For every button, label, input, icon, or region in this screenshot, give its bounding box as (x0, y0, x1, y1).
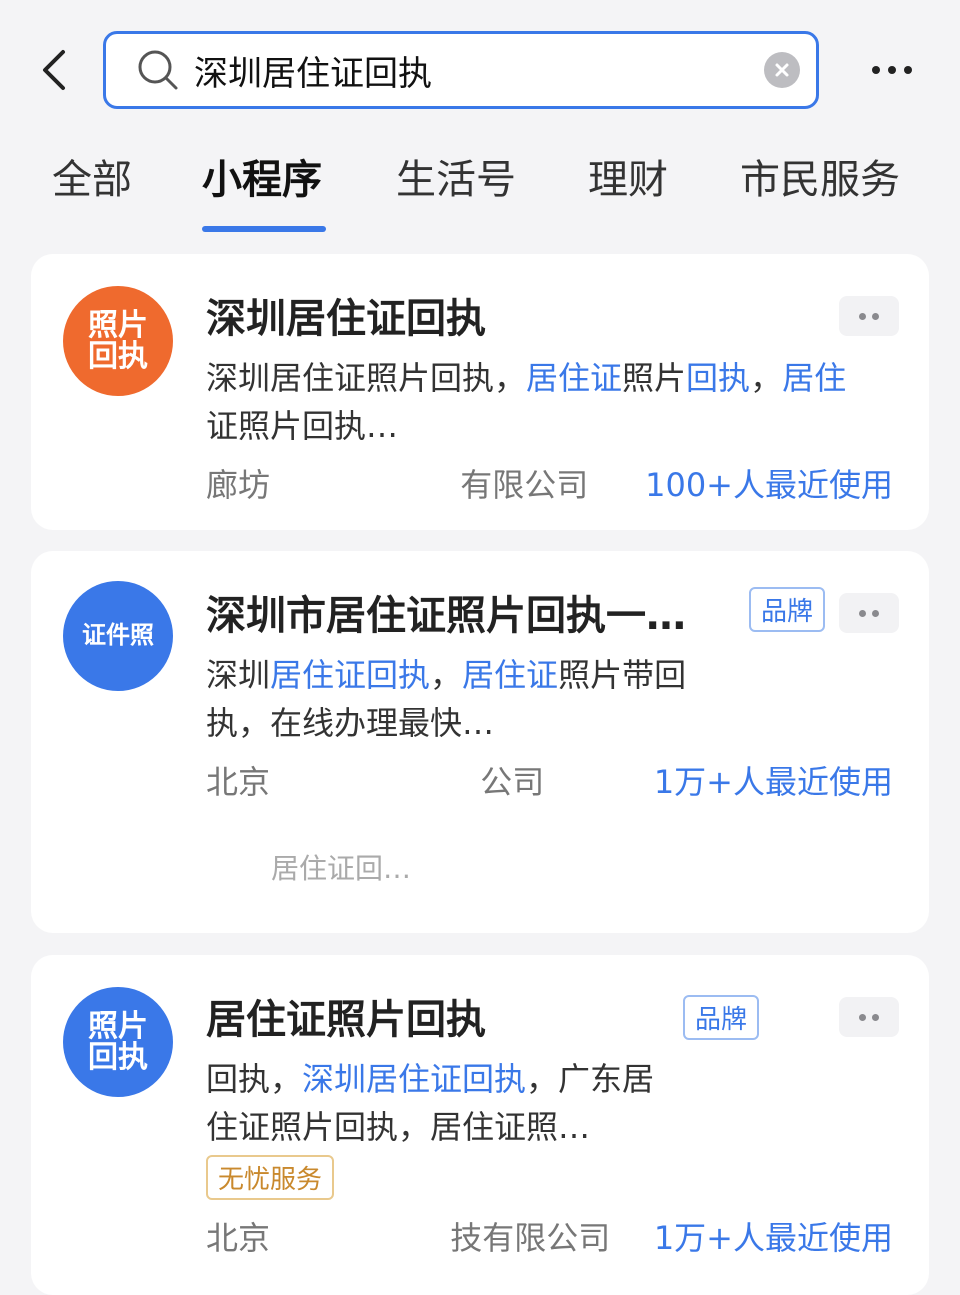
dot-icon (888, 66, 896, 74)
dot-icon (872, 312, 879, 320)
search-box[interactable] (103, 31, 819, 109)
card-title[interactable]: 深圳市居住证照片回执一… (206, 583, 686, 641)
logo-text: 照片 (88, 1008, 148, 1044)
header (0, 0, 960, 140)
service-link[interactable]: 居住证回… (271, 847, 411, 887)
brand-badge: 品牌 (749, 587, 826, 632)
active-tab-indicator (202, 226, 326, 232)
dot-icon (859, 312, 866, 320)
app-logo: 照片 回执 (63, 987, 173, 1097)
company-name: 北京 公司 (206, 763, 545, 801)
chevron-left-icon (43, 50, 65, 90)
card-description: 深圳居住证照片回执，居住证照片回执，居住 证照片回执… (206, 359, 847, 445)
result-card[interactable]: 照片 回执 深圳居住证回执 深圳居住证照片回执，居住证照片回执，居住 证照片回执… (31, 254, 929, 530)
more-options-button[interactable] (864, 52, 920, 88)
usage-count: 1万+人最近使用 (653, 1219, 893, 1257)
app-logo: 证件照 (63, 581, 173, 691)
logo-text: 证件照 (82, 621, 154, 650)
dot-icon (859, 609, 866, 617)
clear-search-button[interactable] (764, 52, 800, 88)
close-icon (775, 63, 789, 77)
card-description: 回执，深圳居住证回执，广东居 住证照片回执，居住证照… (206, 1060, 655, 1146)
card-description: 深圳居住证回执，居住证照片带回 执，在线办理最快… (206, 656, 687, 742)
result-card[interactable]: 照片 回执 居住证照片回执 品牌 回执，深圳居住证回执，广东居 住证照片回执，居… (31, 955, 929, 1295)
brand-badge: 品牌 (683, 995, 760, 1040)
app-logo: 照片 回执 (63, 286, 173, 396)
dot-icon (872, 66, 880, 74)
logo-text: 回执 (88, 339, 148, 374)
card-more-button[interactable] (839, 593, 899, 633)
card-more-button[interactable] (839, 296, 899, 336)
usage-count: 100+人最近使用 (645, 466, 893, 504)
category-tabs: 全部 小程序 生活号 理财 市民服务 (0, 150, 960, 240)
company-name: 北京 技有限公司 (206, 1219, 611, 1257)
service-tag: 无忧服务 (206, 1155, 335, 1200)
logo-text: 照片 (88, 307, 148, 343)
back-button[interactable] (30, 44, 78, 96)
usage-count: 1万+人最近使用 (653, 763, 893, 801)
card-more-button[interactable] (839, 997, 899, 1037)
card-title[interactable]: 深圳居住证回执 (206, 286, 486, 344)
tab-life-accounts[interactable]: 生活号 (396, 150, 516, 210)
dot-icon (872, 609, 879, 617)
search-input[interactable] (194, 50, 764, 90)
tab-finance[interactable]: 理财 (588, 150, 668, 210)
dot-icon (872, 1013, 879, 1021)
tab-all[interactable]: 全部 (52, 150, 132, 210)
card-title[interactable]: 居住证照片回执 (206, 987, 486, 1045)
dot-icon (859, 1013, 866, 1021)
search-icon (136, 48, 180, 92)
tab-citizen-services[interactable]: 市民服务 (740, 150, 900, 210)
tab-mini-programs[interactable]: 小程序 (202, 150, 322, 210)
company-name: 廊坊 有限公司 (206, 466, 589, 504)
logo-text: 回执 (88, 1040, 148, 1075)
dot-icon (904, 66, 912, 74)
result-card[interactable]: 证件照 深圳市居住证照片回执一… 品牌 深圳居住证回执，居住证照片带回 执，在线… (31, 551, 929, 933)
